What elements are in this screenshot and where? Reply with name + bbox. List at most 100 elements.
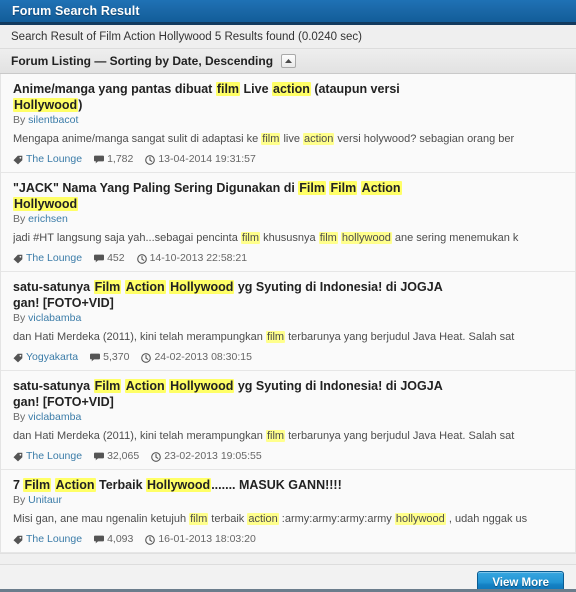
result-snippet: Mengapa anime/manga sangat sulit di adap… bbox=[13, 133, 515, 145]
search-result-item[interactable]: 7 Film Action Terbaik Hollywood....... M… bbox=[1, 470, 575, 553]
search-term-highlight: Action bbox=[124, 280, 166, 294]
result-replies: 5,370 bbox=[90, 351, 129, 364]
result-date: 24-02-2013 08:30:15 bbox=[141, 351, 252, 364]
tag-icon bbox=[13, 155, 23, 165]
search-term-highlight: Film bbox=[93, 379, 122, 393]
result-forum[interactable]: The Lounge bbox=[13, 450, 82, 463]
comment-icon bbox=[94, 535, 105, 544]
result-forum-label[interactable]: Yogyakarta bbox=[26, 351, 78, 364]
tag-icon bbox=[13, 535, 23, 545]
results-footer: View More bbox=[0, 565, 576, 589]
comment-icon bbox=[94, 254, 105, 263]
search-term-highlight: Action bbox=[54, 478, 96, 492]
tag-icon bbox=[13, 254, 23, 264]
tag-icon bbox=[13, 353, 23, 363]
comment-icon bbox=[90, 353, 101, 362]
clock-icon bbox=[145, 534, 156, 545]
search-term-highlight: Hollywood bbox=[13, 197, 79, 211]
search-result-item[interactable]: satu-satunya Film Action Hollywood yg Sy… bbox=[1, 272, 575, 371]
result-author-line: By viclabamba bbox=[13, 312, 82, 324]
result-replies-count: 5,370 bbox=[103, 351, 130, 363]
result-forum-label[interactable]: The Lounge bbox=[26, 252, 82, 265]
results-spacer bbox=[0, 553, 576, 565]
clock-icon bbox=[141, 352, 152, 363]
result-author-link[interactable]: viclabamba bbox=[28, 411, 81, 423]
search-result-item[interactable]: Anime/manga yang pantas dibuat film Live… bbox=[1, 74, 575, 173]
result-title[interactable]: satu-satunya Film Action Hollywood yg Sy… bbox=[13, 279, 443, 311]
search-result-item[interactable]: "JACK" Nama Yang Paling Sering Digunakan… bbox=[1, 173, 575, 272]
comment-icon bbox=[94, 452, 105, 461]
result-forum[interactable]: The Lounge bbox=[13, 533, 82, 546]
result-date: 13-04-2014 19:31:57 bbox=[145, 153, 256, 166]
result-forum[interactable]: The Lounge bbox=[13, 252, 82, 265]
chevron-up-icon[interactable] bbox=[281, 54, 297, 68]
search-term-highlight: Film bbox=[23, 478, 52, 492]
result-meta: The Lounge 452 14-10-2013 22:58:21 bbox=[13, 252, 565, 265]
forum-listing-label: Forum Listing — Sorting by Date, Descend… bbox=[11, 54, 274, 68]
result-snippet: dan Hati Merdeka (2011), kini telah mera… bbox=[13, 331, 515, 343]
result-replies: 4,093 bbox=[94, 533, 133, 546]
result-title[interactable]: Anime/manga yang pantas dibuat film Live… bbox=[13, 81, 443, 113]
result-date-text: 23-02-2013 19:05:55 bbox=[164, 450, 262, 462]
result-replies: 32,065 bbox=[94, 450, 139, 463]
result-author-link[interactable]: viclabamba bbox=[28, 312, 81, 324]
result-date-text: 24-02-2013 08:30:15 bbox=[154, 351, 252, 363]
search-term-highlight: Hollywood bbox=[146, 478, 212, 492]
search-summary-text: Search Result of Film Action Hollywood 5… bbox=[11, 30, 362, 43]
search-term-highlight: film bbox=[215, 82, 241, 96]
page-header: Forum Search Result bbox=[0, 0, 576, 25]
result-meta: The Lounge 4,093 16-01-2013 18:03:20 bbox=[13, 533, 565, 546]
result-date: 23-02-2013 19:05:55 bbox=[151, 450, 262, 463]
search-term-highlight: Film bbox=[298, 181, 326, 195]
tag-icon bbox=[13, 452, 23, 462]
result-author-line: By viclabamba bbox=[13, 411, 82, 423]
result-replies-count: 1,782 bbox=[107, 153, 134, 165]
result-meta: The Lounge 32,065 23-02-2013 19:05:55 bbox=[13, 450, 565, 463]
result-forum-label[interactable]: The Lounge bbox=[26, 450, 82, 463]
result-forum[interactable]: The Lounge bbox=[13, 153, 82, 166]
forum-listing-bar: Forum Listing — Sorting by Date, Descend… bbox=[0, 49, 576, 74]
result-title[interactable]: 7 Film Action Terbaik Hollywood....... M… bbox=[13, 477, 443, 493]
search-term-highlight: film bbox=[265, 430, 286, 442]
search-term-highlight: Film bbox=[329, 181, 358, 195]
result-replies-count: 452 bbox=[107, 252, 125, 264]
search-term-highlight: action bbox=[247, 513, 279, 525]
result-author-link[interactable]: Unitaur bbox=[28, 494, 62, 506]
search-summary-bar: Search Result of Film Action Hollywood 5… bbox=[0, 25, 576, 49]
view-more-button[interactable]: View More bbox=[477, 570, 564, 589]
result-snippet: dan Hati Merdeka (2011), kini telah mera… bbox=[13, 430, 515, 442]
result-author-line: By silentbacot bbox=[13, 114, 79, 126]
result-title[interactable]: satu-satunya Film Action Hollywood yg Sy… bbox=[13, 378, 443, 410]
result-date-text: 14-10-2013 22:58:21 bbox=[149, 252, 248, 264]
result-author-line: By Unitaur bbox=[13, 494, 63, 506]
result-meta: Yogyakarta 5,370 24-02-2013 08:30:15 bbox=[13, 351, 565, 364]
result-replies-count: 32,065 bbox=[107, 450, 140, 462]
result-forum-label[interactable]: The Lounge bbox=[26, 533, 82, 546]
search-results-list: Anime/manga yang pantas dibuat film Live… bbox=[0, 74, 576, 553]
result-replies: 1,782 bbox=[94, 153, 133, 166]
search-term-highlight: Film bbox=[93, 280, 122, 294]
search-result-item[interactable]: satu-satunya Film Action Hollywood yg Sy… bbox=[1, 371, 575, 470]
result-author-link[interactable]: silentbacot bbox=[28, 114, 78, 126]
result-author-line: By erichsen bbox=[13, 213, 68, 225]
search-term-highlight: hollywood bbox=[394, 513, 446, 525]
search-term-highlight: Hollywood bbox=[169, 280, 235, 294]
search-term-highlight: action bbox=[272, 82, 311, 96]
search-term-highlight: hollywood bbox=[340, 232, 392, 244]
result-date: 16-01-2013 18:03:20 bbox=[145, 533, 256, 546]
result-snippet: jadi #HT langsung saja yah...sebagai pen… bbox=[13, 232, 519, 244]
comment-icon bbox=[94, 155, 105, 164]
result-forum-label[interactable]: The Lounge bbox=[26, 153, 82, 166]
search-term-highlight: Hollywood bbox=[169, 379, 235, 393]
clock-icon bbox=[151, 451, 162, 462]
search-term-highlight: film bbox=[318, 232, 338, 244]
result-forum[interactable]: Yogyakarta bbox=[13, 351, 78, 364]
result-title[interactable]: "JACK" Nama Yang Paling Sering Digunakan… bbox=[13, 180, 443, 212]
result-author-link[interactable]: erichsen bbox=[28, 213, 68, 225]
forum-search-result-page: Forum Search Result Search Result of Fil… bbox=[0, 0, 576, 592]
search-term-highlight: film bbox=[265, 331, 286, 343]
result-snippet: Misi gan, ane mau ngenalin ketujuh film … bbox=[13, 513, 528, 525]
result-date: 14-10-2013 22:58:21 bbox=[136, 252, 248, 265]
search-term-highlight: Action bbox=[360, 181, 402, 195]
result-meta: The Lounge 1,782 13-04-2014 19:31:57 bbox=[13, 153, 565, 166]
